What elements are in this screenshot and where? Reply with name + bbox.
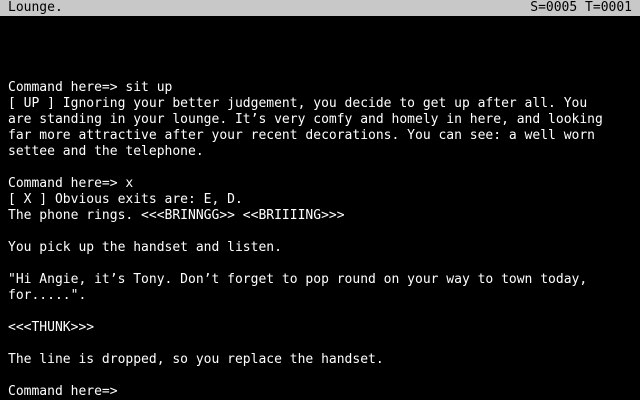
transcript-line: [ X ] Obvious exits are: E, D. <box>8 192 243 207</box>
transcript-line: <<<THUNK>>> <box>8 320 95 335</box>
command-echo-line: Command here=> x <box>8 176 134 191</box>
transcript-line <box>8 64 632 80</box>
transcript-line: The line is dropped, so you replace the … <box>8 352 384 367</box>
transcript-line <box>8 336 632 352</box>
command-prompt[interactable]: Command here=> <box>8 384 632 400</box>
transcript-line <box>8 368 632 384</box>
transcript-line <box>8 224 632 240</box>
transcript-line <box>8 256 632 272</box>
transcript-line <box>8 304 632 320</box>
transcript: Command here=> sit up[ UP ] Ignoring you… <box>8 16 632 400</box>
transcript-line <box>8 32 632 48</box>
status-bar: Lounge. S=0005 T=0001 <box>0 0 640 16</box>
transcript-line: [ UP ] Ignoring your better judgement, y… <box>8 96 588 111</box>
transcript-line: The phone rings. <<<BRINNGG>> <<BRIIIING… <box>8 208 345 223</box>
location-name: Lounge. <box>8 0 63 15</box>
transcript-line: far more attractive after your recent de… <box>8 128 595 143</box>
transcript-line <box>8 48 632 64</box>
transcript-line <box>8 160 632 176</box>
command-echo-line: Command here=> sit up <box>8 80 173 95</box>
score-turns-readout: S=0005 T=0001 <box>530 0 632 15</box>
game-screen: Lounge. S=0005 T=0001 Command here=> sit… <box>0 0 640 400</box>
transcript-line: for.....". <box>8 288 87 303</box>
transcript-line: You pick up the handset and listen. <box>8 240 282 255</box>
transcript-line: are standing in your lounge. It’s very c… <box>8 112 603 127</box>
transcript-line: settee and the telephone. <box>8 144 204 159</box>
transcript-line: "Hi Angie, it’s Tony. Don’t forget to po… <box>8 272 588 287</box>
transcript-line <box>8 16 632 32</box>
